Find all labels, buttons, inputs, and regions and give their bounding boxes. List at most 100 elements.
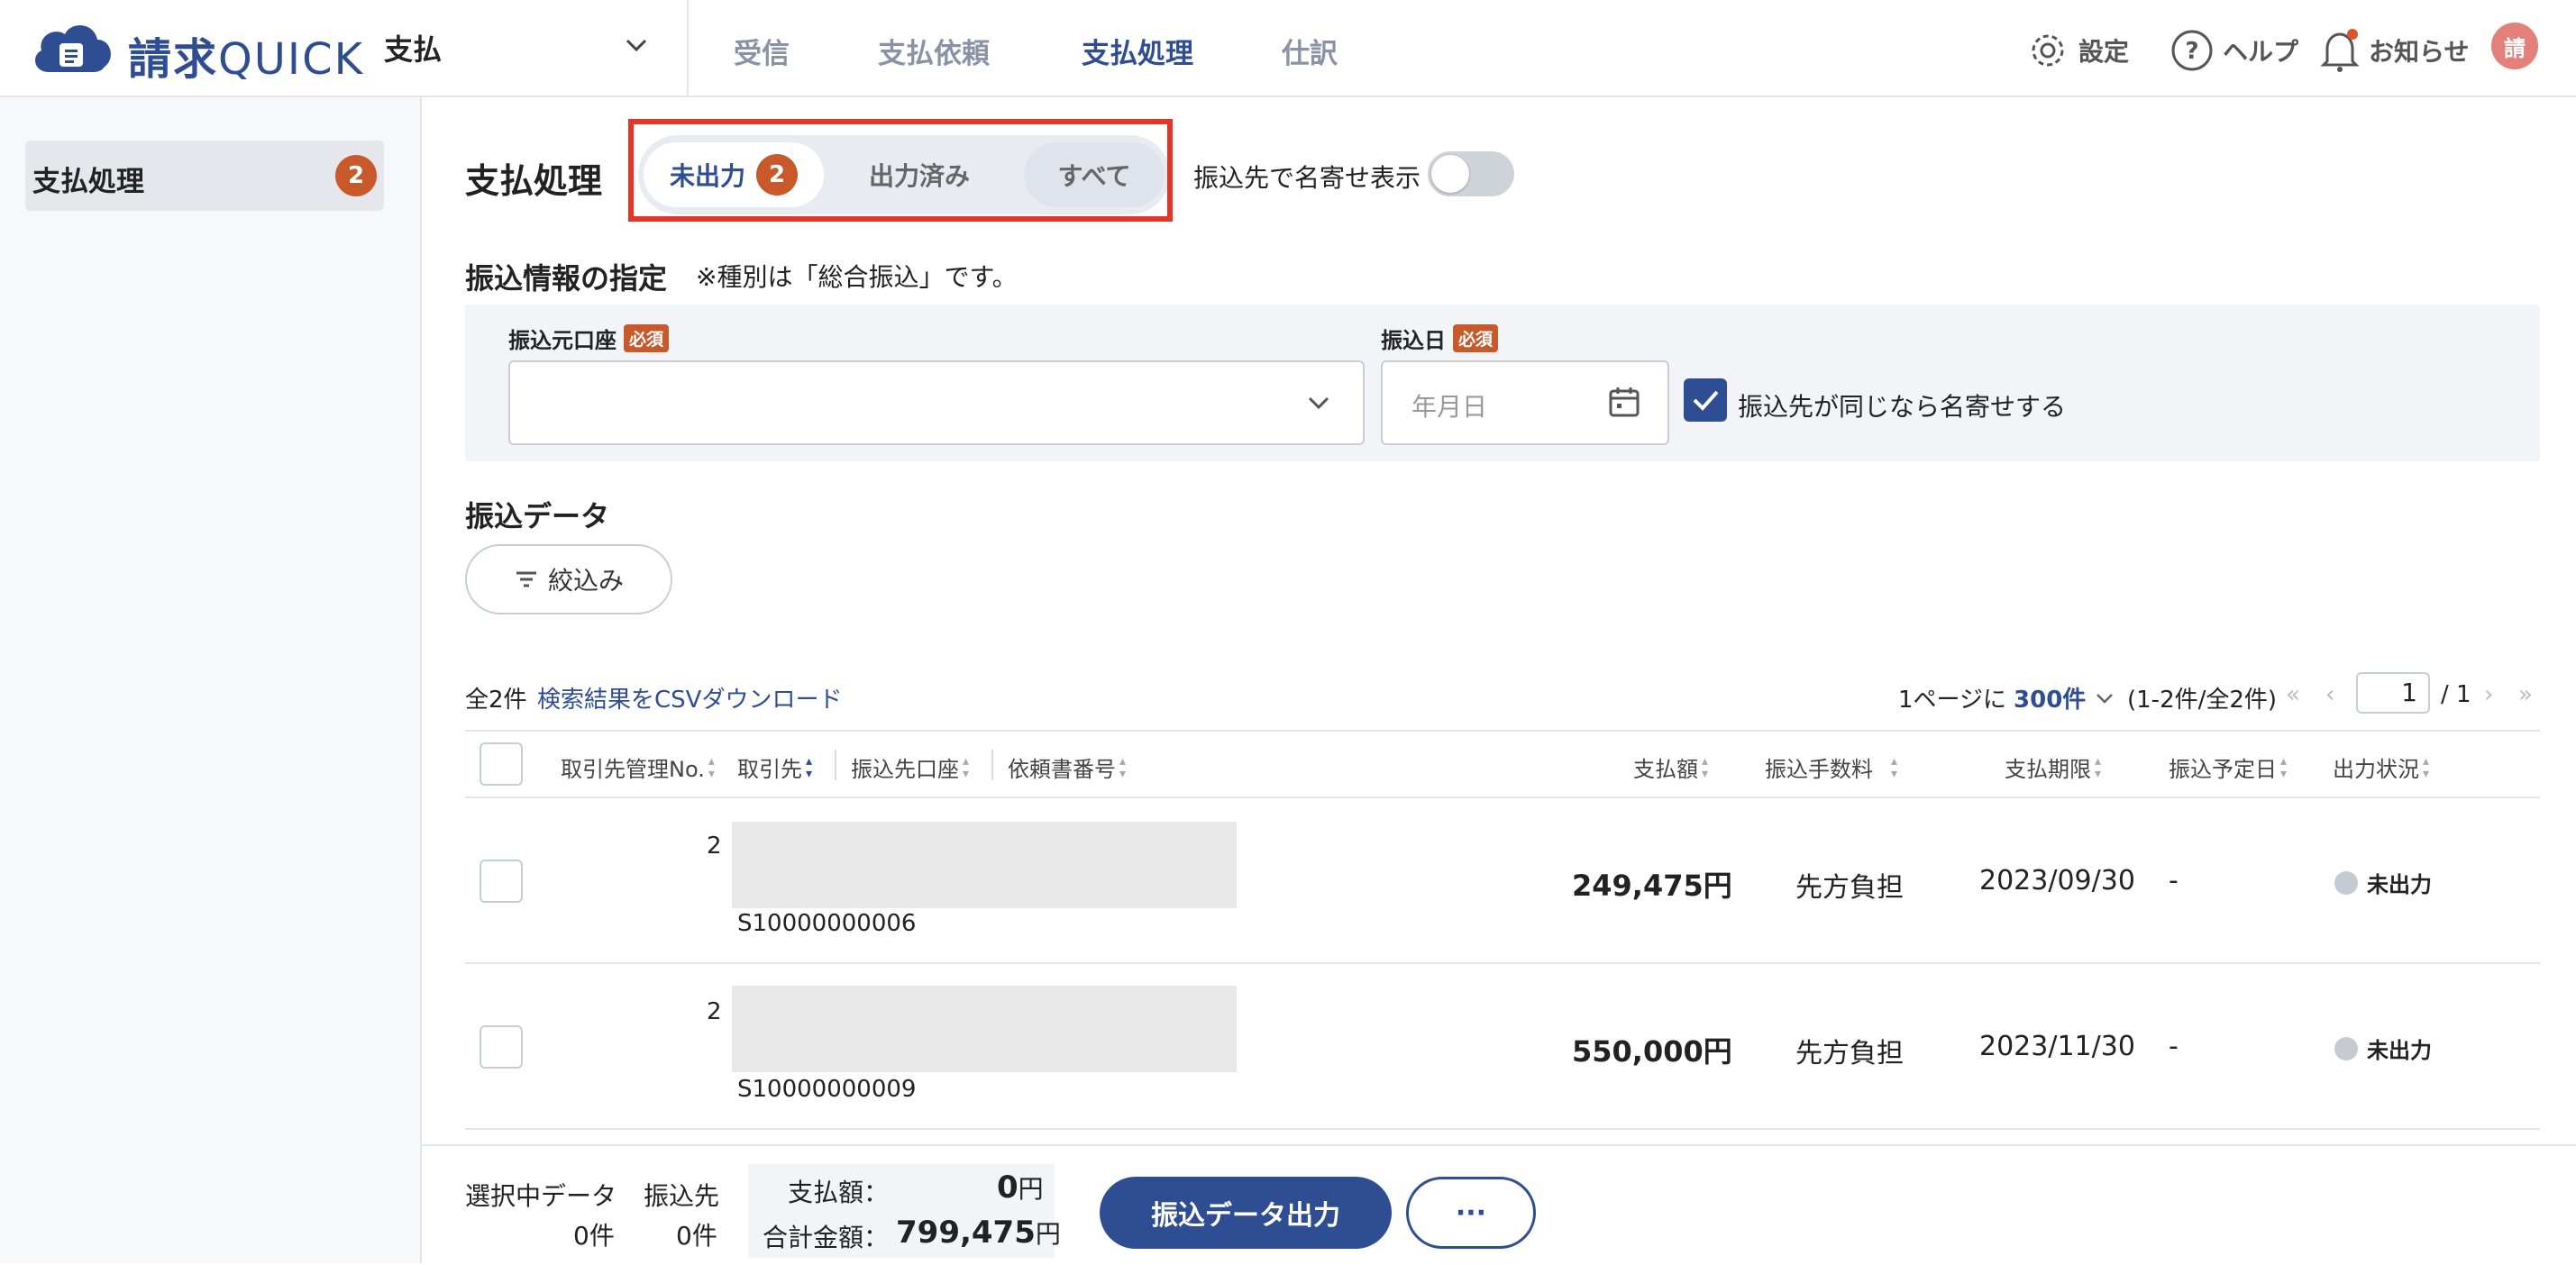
per-page-select[interactable]: 1ページに 300件 bbox=[1898, 681, 2116, 714]
source-account-select[interactable] bbox=[508, 360, 1365, 445]
request-no-link[interactable]: S10000000006 bbox=[737, 910, 916, 937]
selected-data-label: 選択中データ bbox=[465, 1181, 617, 1211]
logo-text[interactable]: 請求QUICK bbox=[128, 23, 364, 86]
sort-icon: ▴ ▾ bbox=[1702, 753, 1709, 781]
page-number-input[interactable]: 1 bbox=[2356, 672, 2430, 714]
total-amount-label: 合計金額： bbox=[763, 1223, 890, 1252]
scheduled-date: - bbox=[2169, 1031, 2179, 1062]
nav-receive[interactable]: 受信 bbox=[734, 31, 790, 71]
th-output-status-label: 出力状況 bbox=[2333, 757, 2419, 782]
settings-label: 設定 bbox=[2078, 37, 2130, 67]
th-amount-label: 支払額 bbox=[1633, 757, 1698, 782]
th-scheduled-date[interactable]: 振込予定日 ▴ ▾ bbox=[2169, 751, 2287, 783]
selected-amount-label: 支払額： bbox=[788, 1178, 890, 1207]
sidebar-item-label: 支払処理 bbox=[32, 166, 144, 198]
redacted-partner-info bbox=[732, 986, 1237, 1072]
last-page-icon[interactable]: » bbox=[2518, 681, 2533, 708]
toggle-knob[interactable] bbox=[1431, 155, 1469, 193]
pagination-range: (1-2件/全2件) bbox=[2127, 687, 2278, 714]
column-separator bbox=[835, 750, 836, 780]
per-page-value: 300件 bbox=[2014, 687, 2087, 714]
sort-asc-icon: ▴ ▾ bbox=[806, 753, 813, 781]
check-icon bbox=[1693, 390, 1719, 411]
page-total: / 1 bbox=[2441, 681, 2471, 708]
logo-cloud-icon[interactable] bbox=[29, 16, 115, 79]
transfer-fee: 先方負担 bbox=[1795, 1038, 1904, 1069]
gear-icon bbox=[2032, 34, 2064, 67]
th-partner-label: 取引先 bbox=[737, 757, 802, 782]
merge-payee-checkbox[interactable] bbox=[1684, 378, 1727, 422]
sort-icon: ▴ ▾ bbox=[2095, 753, 2102, 781]
export-transfer-data-button[interactable]: 振込データ出力 bbox=[1100, 1177, 1392, 1249]
th-payee-account-label: 振込先口座 bbox=[851, 757, 959, 782]
th-request-no[interactable]: 依頼書番号 ▴ ▾ bbox=[1008, 751, 1126, 783]
csv-download-link[interactable]: 検索結果をCSVダウンロード bbox=[537, 681, 842, 714]
th-output-status[interactable]: 出力状況 ▴ ▾ bbox=[2333, 751, 2429, 783]
header-divider bbox=[687, 0, 689, 96]
partner-mgmt-no: 2 bbox=[707, 998, 722, 1025]
transfer-data-title: 振込データ bbox=[465, 499, 610, 533]
th-amount[interactable]: 支払額 ▴ ▾ bbox=[1633, 751, 1708, 783]
calendar-icon[interactable] bbox=[1606, 384, 1642, 420]
notifications-link[interactable]: お知らせ bbox=[2318, 27, 2469, 74]
status-badge: 未出力 bbox=[2334, 1033, 2432, 1064]
filter-button[interactable]: 絞込み bbox=[465, 544, 672, 614]
first-page-icon[interactable]: « bbox=[2286, 681, 2300, 708]
chevron-down-icon bbox=[2096, 693, 2114, 704]
more-actions-button[interactable]: ··· bbox=[1406, 1177, 1536, 1249]
th-due-date-label: 支払期限 bbox=[2005, 757, 2091, 782]
chevron-down-icon[interactable] bbox=[622, 31, 651, 59]
filter-icon bbox=[516, 571, 536, 587]
source-account-label-text: 振込元口座 bbox=[508, 328, 617, 353]
required-badge: 必須 bbox=[624, 324, 670, 352]
th-request-no-label: 依頼書番号 bbox=[1008, 757, 1116, 782]
row-checkbox[interactable] bbox=[480, 1025, 523, 1069]
th-due-date[interactable]: 支払期限 ▴ ▾ bbox=[2005, 751, 2101, 783]
yen-unit: 円 bbox=[1035, 1219, 1061, 1249]
status-label: 未出力 bbox=[2367, 872, 2432, 897]
module-select[interactable]: 支払 bbox=[384, 27, 442, 68]
page-title: 支払処理 bbox=[465, 161, 603, 201]
logo-kanji: 請求 bbox=[128, 34, 219, 85]
due-date: 2023/11/30 bbox=[1979, 1031, 2135, 1062]
sort-icon: ▴ ▾ bbox=[2423, 753, 2430, 781]
merge-payee-label: 振込先が同じなら名寄せする bbox=[1738, 392, 2067, 422]
settings-link[interactable]: 設定 bbox=[2024, 27, 2129, 74]
column-separator bbox=[991, 750, 993, 780]
payee-count: 0件 bbox=[676, 1221, 717, 1251]
total-amount: 799,475円 bbox=[896, 1215, 1061, 1251]
status-badge: 未出力 bbox=[2334, 867, 2432, 898]
required-badge: 必須 bbox=[1453, 324, 1499, 352]
th-scheduled-date-label: 振込予定日 bbox=[2169, 757, 2277, 782]
transfer-type-note: ※種別は「総合振込」です。 bbox=[696, 262, 1018, 292]
select-all-checkbox[interactable] bbox=[480, 742, 523, 786]
table-top-border bbox=[465, 730, 2540, 732]
th-partner-mgmt-no[interactable]: 取引先管理No. ▴ ▾ bbox=[561, 751, 715, 783]
help-label: ヘルプ bbox=[2223, 37, 2299, 67]
request-no-link[interactable]: S10000000009 bbox=[737, 1076, 916, 1103]
yen-unit: 円 bbox=[1018, 1174, 1044, 1204]
nav-payment-request[interactable]: 支払依頼 bbox=[878, 31, 990, 71]
th-fee[interactable]: 振込手数料 ▴ ▾ bbox=[1765, 751, 1897, 783]
prev-page-icon[interactable]: ‹ bbox=[2325, 681, 2334, 708]
next-page-icon[interactable]: › bbox=[2484, 681, 2493, 708]
total-amount-value: 799,475 bbox=[896, 1215, 1036, 1251]
scheduled-date: - bbox=[2169, 865, 2179, 896]
status-label: 未出力 bbox=[2367, 1038, 2432, 1063]
th-payee-account[interactable]: 振込先口座 ▴ ▾ bbox=[851, 751, 969, 783]
sort-icon: ▴ ▾ bbox=[1891, 753, 1898, 781]
payment-amount: 249,475円 bbox=[1572, 869, 1732, 903]
transfer-date-placeholder: 年月日 bbox=[1411, 392, 1488, 422]
notifications-label: お知らせ bbox=[2369, 37, 2470, 67]
avatar[interactable]: 請 bbox=[2491, 23, 2538, 69]
row-checkbox[interactable] bbox=[480, 860, 523, 903]
th-partner[interactable]: 取引先 ▴ ▾ bbox=[737, 751, 812, 783]
merge-display-label: 振込先で名寄せ表示 bbox=[1193, 163, 1421, 193]
status-dot bbox=[2334, 1036, 2358, 1060]
help-link[interactable]: ? ヘルプ bbox=[2169, 27, 2298, 74]
chevron-down-icon[interactable] bbox=[1303, 387, 1334, 418]
bell-icon bbox=[2320, 29, 2360, 72]
nav-payment-processing[interactable]: 支払処理 bbox=[1082, 31, 1193, 71]
nav-journal[interactable]: 仕訳 bbox=[1282, 31, 1338, 71]
result-count: 全2件 bbox=[465, 687, 527, 714]
